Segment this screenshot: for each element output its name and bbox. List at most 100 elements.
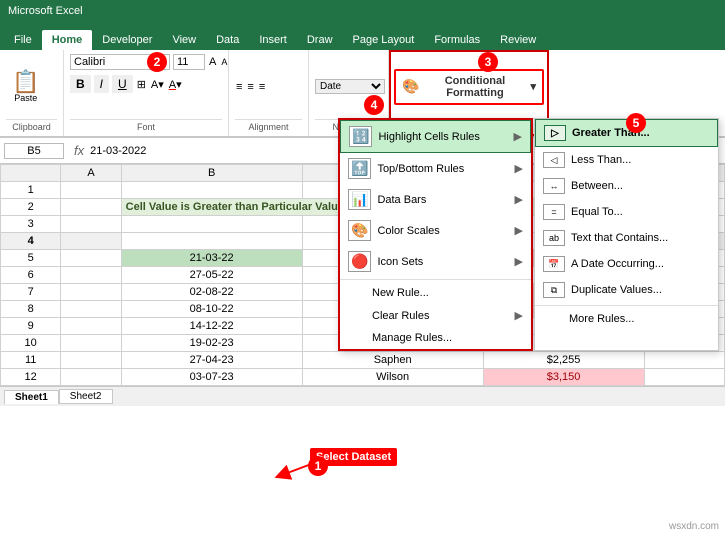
submenu-label: Text that Contains...	[571, 232, 668, 244]
font-decrease-button[interactable]: A	[220, 56, 228, 68]
cell-a6[interactable]	[61, 267, 121, 284]
tab-review[interactable]: Review	[490, 30, 546, 50]
paste-button[interactable]: 📋 Paste	[6, 68, 45, 106]
fill-color-button[interactable]: A▾	[150, 77, 165, 92]
menu-item-newrule[interactable]: New Rule...	[340, 282, 531, 304]
font-label: Font	[70, 119, 222, 132]
menu-item-topbottom[interactable]: 🔝 Top/Bottom Rules ▶	[340, 153, 531, 184]
row-num-9: 9	[1, 318, 61, 335]
align-center-button[interactable]: ≡	[246, 80, 254, 94]
cell-c12[interactable]: Wilson	[302, 369, 483, 386]
submenu-item-morerules[interactable]: More Rules...	[535, 308, 718, 330]
paste-label: Paste	[14, 93, 37, 103]
clipboard-group: 📋 Paste Clipboard	[0, 50, 64, 136]
menu-item-label: New Rule...	[372, 287, 429, 299]
cell-a8[interactable]	[61, 301, 121, 318]
cell-e11[interactable]	[644, 352, 724, 369]
italic-button[interactable]: I	[94, 75, 109, 93]
submenu-label: Equal To...	[571, 206, 623, 218]
tab-file[interactable]: File	[4, 30, 42, 50]
submenu-item-equalto[interactable]: = Equal To...	[535, 199, 718, 225]
font-row1: A A	[70, 54, 222, 70]
submenu-item-textcontains[interactable]: ab Text that Contains...	[535, 225, 718, 251]
submenu-label: Duplicate Values...	[571, 284, 662, 296]
tab-home[interactable]: Home	[42, 30, 93, 50]
col-header-b[interactable]: B	[121, 165, 302, 182]
menu-item-managerules[interactable]: Manage Rules...	[340, 327, 531, 349]
col-header-a[interactable]: A	[61, 165, 121, 182]
cell-a1[interactable]	[61, 182, 121, 199]
submenu-item-between[interactable]: ↔ Between...	[535, 173, 718, 199]
underline-button[interactable]: U	[112, 75, 133, 93]
submenu-item-lessthan[interactable]: ◁ Less Than...	[535, 147, 718, 173]
cell-b10[interactable]: 19-02-23	[121, 335, 302, 352]
cell-d12[interactable]: $3,150	[483, 369, 644, 386]
conditional-formatting-button[interactable]: 🎨 Conditional Formatting ▾	[394, 69, 544, 105]
tab-view[interactable]: View	[162, 30, 206, 50]
cell-b3[interactable]	[121, 216, 302, 233]
cell-c11[interactable]: Saphen	[302, 352, 483, 369]
cell-b9[interactable]: 14-12-22	[121, 318, 302, 335]
circle-label-1: 1	[308, 456, 328, 476]
cell-a4[interactable]	[61, 233, 121, 250]
topbottom-icon: 🔝	[348, 158, 371, 179]
cell-b6[interactable]: 27-05-22	[121, 267, 302, 284]
menu-divider	[340, 279, 531, 280]
cell-a11[interactable]	[61, 352, 121, 369]
cell-d11[interactable]: $2,255	[483, 352, 644, 369]
menu-item-databars[interactable]: 📊 Data Bars ▶	[340, 184, 531, 215]
tab-insert[interactable]: Insert	[249, 30, 297, 50]
cell-a7[interactable]	[61, 284, 121, 301]
font-increase-button[interactable]: A	[208, 55, 217, 69]
menu-item-label: Icon Sets	[377, 256, 423, 268]
sheet-tab-1[interactable]: Sheet1	[4, 390, 59, 404]
sheet-tab-2[interactable]: Sheet2	[59, 389, 113, 404]
cell-b7[interactable]: 02-08-22	[121, 284, 302, 301]
textcontains-icon: ab	[543, 230, 565, 246]
align-right-button[interactable]: ≡	[258, 80, 266, 94]
row-num-4: 4	[1, 233, 61, 250]
font-size-input[interactable]	[173, 54, 205, 70]
iconsets-icon: 🔴	[348, 251, 371, 272]
cell-b11[interactable]: 27-04-23	[121, 352, 302, 369]
lessthan-icon: ◁	[543, 152, 565, 168]
menu-item-label: Data Bars	[377, 194, 426, 206]
cell-b1[interactable]	[121, 182, 302, 199]
cell-a9[interactable]	[61, 318, 121, 335]
tab-formulas[interactable]: Formulas	[424, 30, 490, 50]
bold-button[interactable]: B	[70, 75, 91, 93]
tab-draw[interactable]: Draw	[297, 30, 343, 50]
title-text: Microsoft Excel	[8, 5, 83, 17]
submenu-item-dateoccurring[interactable]: 📅 A Date Occurring...	[535, 251, 718, 277]
font-color-button[interactable]: A▾	[168, 77, 183, 92]
cell-e12[interactable]	[644, 369, 724, 386]
menu-item-colorscales[interactable]: 🎨 Color Scales ▶	[340, 215, 531, 246]
align-left-button[interactable]: ≡	[235, 80, 243, 94]
cell-b4[interactable]: Date	[121, 233, 302, 250]
cell-a12[interactable]	[61, 369, 121, 386]
cell-a3[interactable]	[61, 216, 121, 233]
number-format-select[interactable]: Date	[315, 79, 385, 94]
cell-a5[interactable]	[61, 250, 121, 267]
menu-item-clearrules[interactable]: Clear Rules ▶	[340, 304, 531, 327]
cell-b5[interactable]: 21-03-22	[121, 250, 302, 267]
menu-item-highlight-cells[interactable]: 🔢 Highlight Cells Rules ▶	[340, 120, 531, 153]
submenu-divider	[535, 305, 718, 306]
ribbon-tabs: File Home Developer View Data Insert Dra…	[0, 22, 725, 50]
font-row2: B I U ⊞ A▾ A▾	[70, 75, 222, 93]
tab-page-layout[interactable]: Page Layout	[343, 30, 425, 50]
submenu-item-duplicatevalues[interactable]: ⧉ Duplicate Values...	[535, 277, 718, 303]
cell-reference-input[interactable]	[4, 143, 64, 159]
menu-arrow-icon: ▶	[515, 309, 523, 322]
cell-b12[interactable]: 03-07-23	[121, 369, 302, 386]
border-button[interactable]: ⊞	[136, 77, 147, 92]
tab-developer[interactable]: Developer	[92, 30, 162, 50]
alignment-top: ≡ ≡ ≡	[235, 54, 266, 119]
tab-data[interactable]: Data	[206, 30, 249, 50]
cell-a10[interactable]	[61, 335, 121, 352]
fx-label: fx	[74, 143, 84, 158]
cell-a2[interactable]	[61, 199, 121, 216]
menu-arrow-icon: ▶	[514, 130, 522, 143]
cell-b8[interactable]: 08-10-22	[121, 301, 302, 318]
menu-item-iconsets[interactable]: 🔴 Icon Sets ▶	[340, 246, 531, 277]
